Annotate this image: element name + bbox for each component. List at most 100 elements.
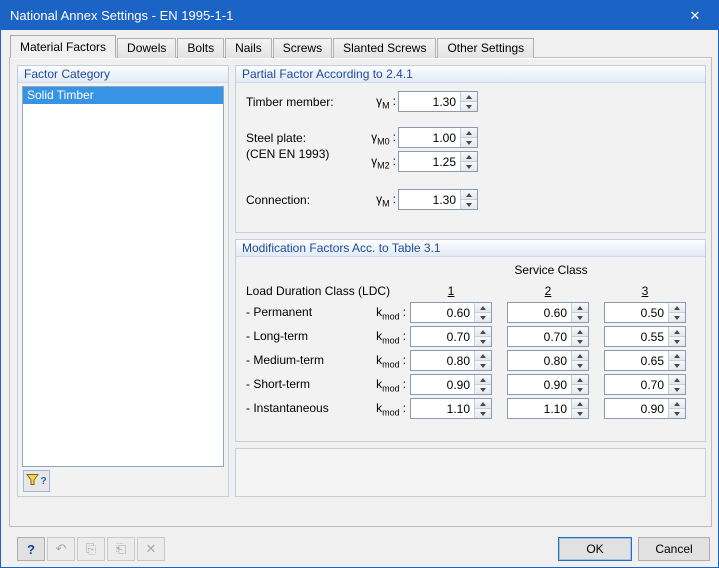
gamma-m2-symbol: γM2:	[371, 154, 396, 171]
spinner-down-button[interactable]	[669, 385, 685, 394]
kmod-permanent-sc1-input[interactable]	[411, 303, 474, 322]
list-item-solid-timber[interactable]: Solid Timber	[23, 87, 223, 104]
kmod-shortterm-sc3-spinner	[604, 374, 686, 395]
spinner-up-button[interactable]	[461, 128, 477, 138]
spinner-down-button[interactable]	[572, 385, 588, 394]
steel-gamma-m0-spinner	[398, 127, 478, 148]
steel-gamma-m0-input[interactable]	[399, 128, 460, 147]
spinner-up-button[interactable]	[475, 399, 491, 409]
spinner-up-button[interactable]	[475, 327, 491, 337]
spinner-up-button[interactable]	[461, 190, 477, 200]
undo-icon: ↶	[55, 541, 67, 556]
spinner-down-button[interactable]	[669, 337, 685, 346]
kmod-mediumterm-sc2-input[interactable]	[508, 351, 571, 370]
spinner-down-button[interactable]	[475, 409, 491, 418]
kmod-shortterm-sc1-input[interactable]	[411, 375, 474, 394]
spinner-down-button[interactable]	[572, 409, 588, 418]
partial-factor-group: Partial Factor According to 2.4.1 Timber…	[235, 65, 706, 233]
spinner-up-button[interactable]	[475, 375, 491, 385]
kmod-mediumterm-sc3-input[interactable]	[605, 351, 668, 370]
spinner-down-button[interactable]	[572, 337, 588, 346]
steel-gamma-m2-input[interactable]	[399, 152, 460, 171]
kmod-shortterm-sc3-input[interactable]	[605, 375, 668, 394]
tab-nails[interactable]: Nails	[225, 38, 272, 58]
question-mark-icon: ?	[40, 475, 47, 487]
spinner-down-button[interactable]	[572, 361, 588, 370]
spinner-up-button[interactable]	[572, 351, 588, 361]
help-button[interactable]: ?	[17, 537, 45, 561]
kmod-instantaneous-sc3-input[interactable]	[605, 399, 668, 418]
service-class-3-header: 3	[641, 284, 649, 298]
kmod-instantaneous-sc1-input[interactable]	[411, 399, 474, 418]
tab-screws[interactable]: Screws	[272, 38, 333, 58]
titlebar: National Annex Settings - EN 1995-1-1 ✕	[1, 1, 718, 30]
gamma-m0-symbol: γM0:	[371, 130, 396, 147]
spinner-down-button[interactable]	[669, 409, 685, 418]
ldc-label: Load Duration Class (LDC)	[246, 284, 391, 298]
spinner-down-button[interactable]	[461, 102, 477, 111]
spinner-down-button[interactable]	[669, 361, 685, 370]
reset-button: ↶	[47, 537, 75, 561]
kmod-longterm-sc2-input[interactable]	[508, 327, 571, 346]
kmod-permanent-sc2-input[interactable]	[508, 303, 571, 322]
spinner-down-button[interactable]	[475, 313, 491, 322]
ok-button[interactable]: OK	[558, 537, 632, 561]
modification-factors-group: Modification Factors Acc. to Table 3.1 S…	[235, 239, 706, 442]
kmod-shortterm-sc2-spinner	[507, 374, 589, 395]
kmod-longterm-sc1-spinner	[410, 326, 492, 347]
timber-gamma-m-input[interactable]	[399, 92, 460, 111]
spinner-up-button[interactable]	[669, 375, 685, 385]
spinner-up-button[interactable]	[572, 327, 588, 337]
spinner-up-button[interactable]	[669, 327, 685, 337]
kmod-instantaneous-sc3-spinner	[604, 398, 686, 419]
row-label-long-term: - Long-term	[246, 329, 309, 343]
copy-icon: ⎘	[85, 541, 97, 556]
spinner-down-button[interactable]	[669, 313, 685, 322]
kmod-shortterm-sc2-input[interactable]	[508, 375, 571, 394]
spinner-down-button[interactable]	[475, 361, 491, 370]
kmod-instantaneous-sc2-spinner	[507, 398, 589, 419]
kmod-longterm-sc3-spinner	[604, 326, 686, 347]
spinner-up-button[interactable]	[461, 152, 477, 162]
spinner-up-button[interactable]	[669, 303, 685, 313]
kmod-mediumterm-sc3-spinner	[604, 350, 686, 371]
steel-plate-label: Steel plate:	[246, 131, 307, 145]
kmod-longterm-sc1-input[interactable]	[411, 327, 474, 346]
timber-gamma-m-spinner	[398, 91, 478, 112]
spinner-down-button[interactable]	[475, 385, 491, 394]
tab-bolts[interactable]: Bolts	[177, 38, 225, 58]
kmod-longterm-sc2-spinner	[507, 326, 589, 347]
kmod-mediumterm-sc1-input[interactable]	[411, 351, 474, 370]
kmod-shortterm-sc1-spinner	[410, 374, 492, 395]
spinner-up-button[interactable]	[572, 375, 588, 385]
spinner-up-button[interactable]	[461, 92, 477, 102]
window-title: National Annex Settings - EN 1995-1-1	[10, 8, 234, 23]
tab-other-settings[interactable]: Other Settings	[437, 38, 535, 58]
factor-category-list: Solid Timber	[22, 86, 224, 467]
kmod-permanent-sc1-spinner	[410, 302, 492, 323]
kmod-instantaneous-sc2-input[interactable]	[508, 399, 571, 418]
tab-slanted-screws[interactable]: Slanted Screws	[333, 38, 437, 58]
gamma-m-symbol-connection: γM:	[376, 192, 396, 209]
partial-factor-header: Partial Factor According to 2.4.1	[236, 66, 705, 83]
spinner-up-button[interactable]	[475, 303, 491, 313]
connection-gamma-m-input[interactable]	[399, 190, 460, 209]
spinner-up-button[interactable]	[475, 351, 491, 361]
timber-member-label: Timber member:	[246, 95, 334, 109]
tab-material-factors[interactable]: Material Factors	[10, 35, 117, 58]
spinner-down-button[interactable]	[461, 138, 477, 147]
spinner-down-button[interactable]	[572, 313, 588, 322]
close-button[interactable]: ✕	[672, 1, 718, 30]
spinner-down-button[interactable]	[475, 337, 491, 346]
spinner-up-button[interactable]	[572, 399, 588, 409]
tab-dowels[interactable]: Dowels	[117, 38, 177, 58]
spinner-down-button[interactable]	[461, 200, 477, 209]
kmod-permanent-sc3-input[interactable]	[605, 303, 668, 322]
spinner-up-button[interactable]	[572, 303, 588, 313]
cancel-button[interactable]: Cancel	[638, 537, 710, 561]
spinner-up-button[interactable]	[669, 351, 685, 361]
spinner-down-button[interactable]	[461, 162, 477, 171]
filter-button[interactable]: ?	[23, 470, 50, 492]
spinner-up-button[interactable]	[669, 399, 685, 409]
kmod-longterm-sc3-input[interactable]	[605, 327, 668, 346]
